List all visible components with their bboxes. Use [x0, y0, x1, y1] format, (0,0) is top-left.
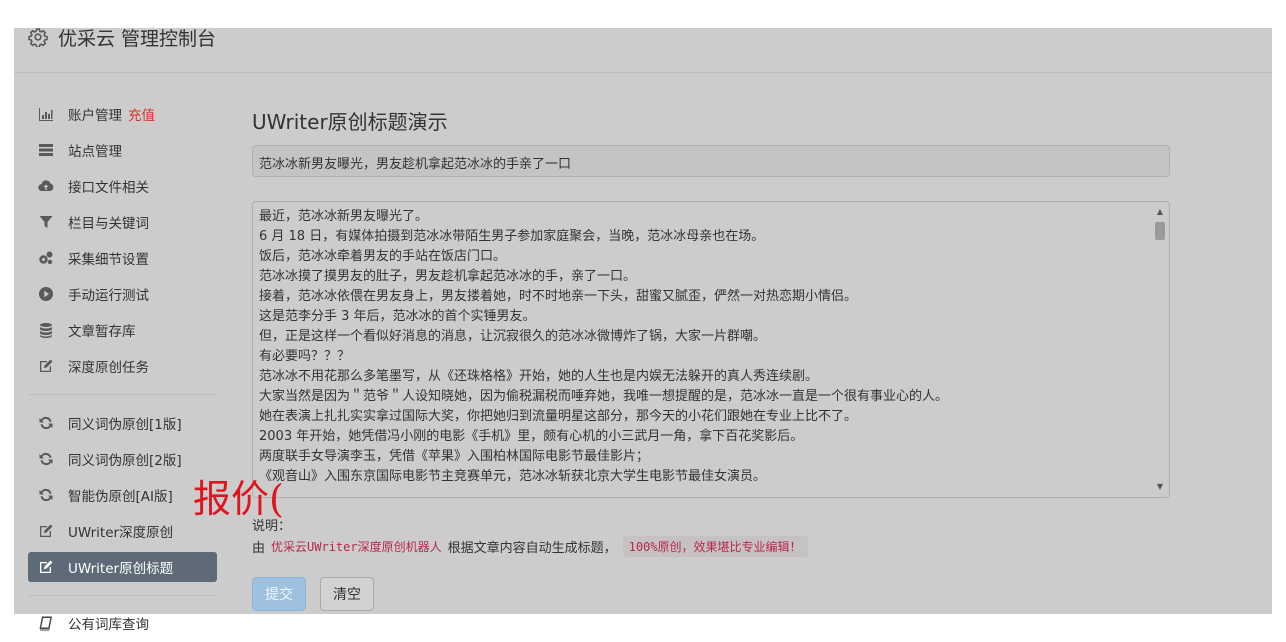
article-textarea[interactable]: 最近，范冰冰新男友曝光了。 6 月 18 日，有媒体拍摄到范冰冰带陌生男子参加家庭… [252, 201, 1170, 498]
article-scrollbar[interactable]: ▲ ▼ [1154, 206, 1166, 493]
cogs-icon [38, 250, 54, 266]
clear-button[interactable]: 清空 [320, 577, 374, 611]
server-icon [38, 142, 54, 158]
sidebar-item-label: 接口文件相关 [68, 180, 149, 196]
article-line: 接着，范冰冰依偎在男友身上，男友搂着她，时不时地亲一下头，甜蜜又腻歪，俨然一对热… [259, 289, 858, 304]
article-line: 这是范李分手 3 年后，范冰冰的首个实锤男友。 [259, 309, 536, 324]
sidebar-item-label: UWriter原创标题 [68, 561, 174, 577]
sidebar-item-public-lexicon[interactable]: 公有词库查询 [28, 608, 149, 638]
note-prefix: 由 [252, 541, 266, 556]
filter-icon [38, 214, 54, 230]
gear-icon [28, 28, 48, 47]
sidebar-item-label: UWriter深度原创 [68, 525, 174, 541]
refresh-icon [38, 487, 54, 503]
article-line: 但，正是这样一个看似好消息的消息，让沉寂很久的范冰冰微博炸了锅，大家一片群嘲。 [259, 329, 767, 344]
book-icon [38, 615, 54, 631]
cloud-upload-icon [38, 178, 54, 194]
page-title: UWriter原创标题演示 [252, 110, 448, 134]
submit-button[interactable]: 提交 [252, 577, 306, 611]
scroll-thumb[interactable] [1155, 222, 1165, 240]
article-line: 6 月 18 日，有媒体拍摄到范冰冰带陌生男子参加家庭聚会，当晚，范冰冰母亲也在… [259, 229, 765, 244]
sidebar-item-label: 栏目与关键词 [68, 216, 149, 232]
bar-chart-icon [38, 106, 54, 122]
sidebar-item-synonym-v1[interactable]: 同义词伪原创[1版] [28, 408, 217, 438]
play-icon [38, 286, 54, 302]
sidebar-item-deep-original-tasks[interactable]: 深度原创任务 [28, 351, 217, 381]
sidebar-item-label: 采集细节设置 [68, 252, 149, 268]
article-line: 两度联手女导演李玉，凭借《苹果》入围柏林国际电影节最佳影片； [259, 449, 650, 464]
sidebar-item-uwriter-title[interactable]: UWriter原创标题 [28, 552, 217, 582]
sidebar-divider [28, 595, 217, 596]
sidebar-item-columns-keywords[interactable]: 栏目与关键词 [28, 207, 217, 237]
sidebar-item-label: 公有词库查询 [68, 617, 149, 633]
article-line: 大家当然是因为＂范爷＂人设知晓她，因为偷税漏税而唾弃她，我唯一想提醒的是，范冰冰… [259, 389, 949, 404]
sidebar-item-uwriter-deep[interactable]: UWriter深度原创 [28, 516, 217, 546]
generated-title-field[interactable]: 范冰冰新男友曝光，男友趁机拿起范冰冰的手亲了一口 [252, 145, 1170, 177]
sidebar-item-synonym-v2[interactable]: 同义词伪原创[2版] [28, 444, 217, 474]
note-middle: 根据文章内容自动生成标题， [447, 541, 617, 556]
article-line: 有必要吗？？？ [259, 349, 351, 364]
edit-icon [38, 358, 54, 374]
sidebar-item-label: 智能伪原创[AI版] [68, 489, 173, 505]
article-line: 《观音山》入围东京国际电影节主竞赛单元，范冰冰斩获北京大学生电影节最佳女演员。 [259, 469, 767, 484]
sidebar-item-ai-rewrite[interactable]: 智能伪原创[AI版] [28, 480, 217, 510]
note-text: 由 优采云UWriter深度原创机器人 根据文章内容自动生成标题， 100%原创… [252, 536, 808, 557]
article-text: 最近，范冰冰新男友曝光了。 6 月 18 日，有媒体拍摄到范冰冰带陌生男子参加家庭… [259, 207, 1149, 487]
scroll-up-icon[interactable]: ▲ [1154, 206, 1166, 218]
refresh-icon [38, 451, 54, 467]
note-code: 100%原创，效果堪比专业编辑！ [622, 536, 808, 557]
sidebar-item-label: 同义词伪原创[1版] [68, 417, 182, 433]
sidebar-item-label: 账户管理 [68, 108, 122, 124]
article-line: 范冰冰不用花那么多笔墨写，从《还珠格格》开始，她的人生也是内娱无法躲开的真人秀连… [259, 369, 819, 384]
sidebar-item-sites[interactable]: 站点管理 [28, 135, 217, 165]
article-line: 2003 年开始，她凭借冯小刚的电影《手机》里，颇有心机的小三武月一角，拿下百花… [259, 429, 804, 444]
sidebar-item-article-storage[interactable]: 文章暂存库 [28, 315, 217, 345]
sidebar-item-label: 文章暂存库 [68, 324, 136, 340]
edit-icon [38, 559, 54, 575]
article-line: 饭后，范冰冰牵着男友的手站在饭店门口。 [259, 249, 507, 264]
brand: 优采云 管理控制台 [28, 24, 216, 50]
article-line: 最近，范冰冰新男友曝光了。 [259, 209, 429, 224]
sidebar-item-label: 站点管理 [68, 144, 122, 160]
edit-icon [38, 523, 54, 539]
header-divider [14, 72, 1272, 73]
sidebar-item-label: 手动运行测试 [68, 288, 149, 304]
database-icon [38, 322, 54, 338]
sidebar-item-label: 同义词伪原创[2版] [68, 453, 182, 469]
sidebar-item-manual-run[interactable]: 手动运行测试 [28, 279, 217, 309]
article-line: 她在表演上扎扎实实拿过国际大奖，你把她归到流量明星这部分，那今天的小花们跟她在专… [259, 409, 858, 424]
note-highlight: 优采云UWriter深度原创机器人 [271, 540, 442, 554]
sidebar-item-label: 深度原创任务 [68, 360, 149, 376]
article-line: 范冰冰摸了摸男友的肚子，男友趁机拿起范冰冰的手，亲了一口。 [259, 269, 637, 284]
sidebar-item-interface-files[interactable]: 接口文件相关 [28, 171, 217, 201]
price-overlay-text: 报价( [193, 477, 284, 521]
scroll-down-icon[interactable]: ▼ [1154, 481, 1166, 493]
refresh-icon [38, 415, 54, 431]
sidebar-item-collection-settings[interactable]: 采集细节设置 [28, 243, 217, 273]
app-title: 优采云 管理控制台 [58, 27, 217, 50]
sidebar-item-account[interactable]: 账户管理 充值 [28, 99, 217, 129]
sidebar-divider [28, 394, 217, 395]
recharge-link[interactable]: 充值 [128, 104, 155, 124]
